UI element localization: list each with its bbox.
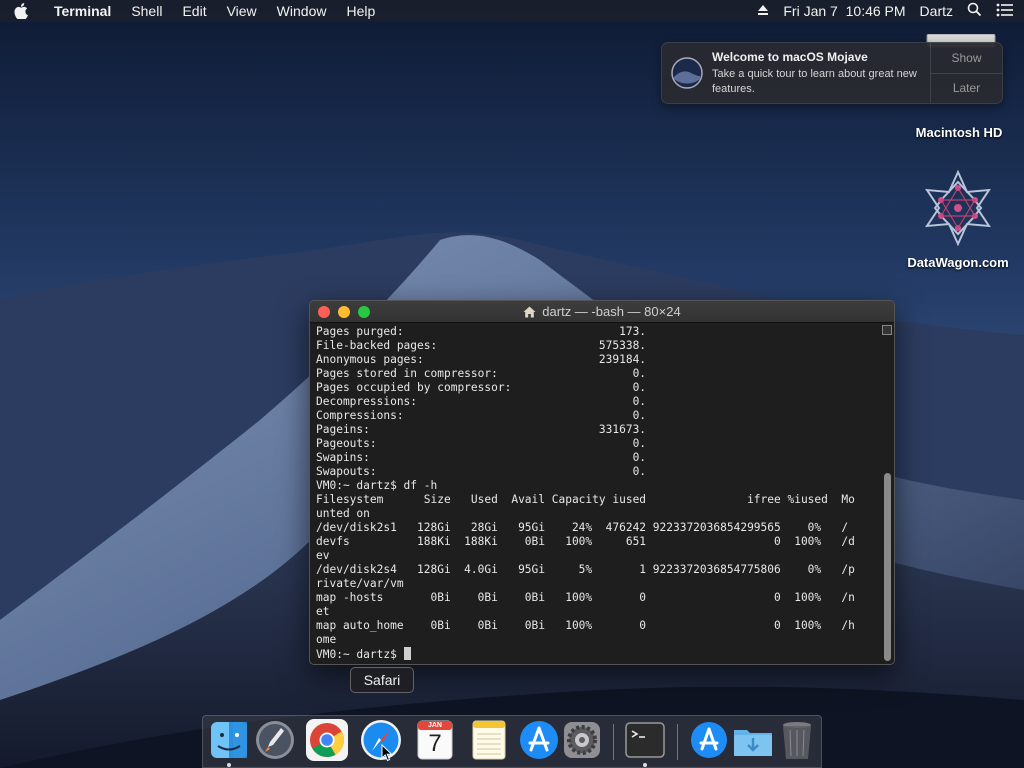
- chrome-icon: [306, 719, 348, 761]
- menu-app-terminal[interactable]: Terminal: [42, 0, 121, 22]
- menubar-user[interactable]: Dartz: [920, 0, 953, 22]
- close-window-button[interactable]: [318, 306, 330, 318]
- launchpad-icon: [256, 721, 294, 759]
- terminal-line: Pages occupied by compressor: 0.: [316, 381, 647, 394]
- system-preferences-icon: [564, 722, 600, 758]
- terminal-title: dartz — -bash — 80×24: [542, 304, 681, 319]
- terminal-line: map auto_home 0Bi 0Bi 0Bi 100% 0 0 100% …: [316, 619, 855, 632]
- desktop-icon-label: DataWagon.com: [907, 255, 1009, 270]
- calendar-month: JAN: [427, 722, 442, 729]
- terminal-lines: Pages purged: 173. File-backed pages: 575…: [316, 325, 878, 647]
- mouse-pointer-icon: [381, 744, 393, 762]
- app-store-icon: [520, 721, 558, 759]
- menu-help[interactable]: Help: [336, 0, 385, 22]
- app-store-downloads-icon: [691, 722, 727, 758]
- running-indicator: [227, 763, 231, 767]
- minimize-window-button[interactable]: [338, 306, 350, 318]
- terminal-output[interactable]: Pages purged: 173. File-backed pages: 575…: [316, 325, 878, 664]
- notification-title: Welcome to macOS Mojave: [712, 50, 868, 64]
- menu-bar: Terminal Shell Edit View Window Help Fri…: [0, 0, 1024, 22]
- scrollbar-thumb[interactable]: [884, 473, 891, 661]
- dock-item-trash[interactable]: [775, 718, 819, 762]
- notification-center-icon[interactable]: [996, 3, 1014, 20]
- menubar-clock[interactable]: Fri Jan 7 10:46 PM: [783, 0, 905, 22]
- terminal-line: Compressions: 0.: [316, 409, 647, 422]
- terminal-line: et: [316, 605, 330, 618]
- dock-separator: [677, 724, 678, 760]
- notes-icon: [472, 720, 506, 760]
- scrollbar-top-button[interactable]: [882, 325, 892, 335]
- finder-icon: [211, 722, 247, 758]
- terminal-line: Swapouts: 0.: [316, 465, 647, 478]
- mojave-icon: [662, 43, 712, 103]
- dock-tooltip: Safari: [350, 667, 414, 693]
- terminal-prompt-line[interactable]: VM0:~ dartz$: [316, 647, 878, 662]
- terminal-line: map -hosts 0Bi 0Bi 0Bi 100% 0 0 100% /n: [316, 591, 855, 604]
- terminal-window[interactable]: dartz — -bash — 80×24 Pages purged: 173.…: [309, 300, 895, 665]
- terminal-icon: [625, 722, 665, 758]
- dock-item-app-store[interactable]: [517, 718, 561, 762]
- notification-show-button[interactable]: Show: [931, 43, 1002, 73]
- terminal-line: ev: [316, 549, 330, 562]
- menu-window[interactable]: Window: [267, 0, 337, 22]
- terminal-line: unted on: [316, 507, 370, 520]
- dock-item-chrome[interactable]: [305, 718, 349, 762]
- terminal-line: Pageouts: 0.: [316, 437, 647, 450]
- terminal-line: devfs 188Ki 188Ki 0Bi 100% 651 0 100% /d: [316, 535, 855, 548]
- dock-item-app-store-stack[interactable]: [687, 718, 731, 762]
- running-indicator: [643, 763, 647, 767]
- dock-item-system-preferences[interactable]: [560, 718, 604, 762]
- terminal-line: /dev/disk2s1 128Gi 28Gi 95Gi 24% 476242 …: [316, 521, 849, 534]
- eject-icon[interactable]: [757, 3, 769, 19]
- terminal-line: Pages purged: 173.: [316, 325, 647, 338]
- home-folder-icon: [523, 306, 536, 318]
- terminal-line: VM0:~ dartz$ df -h: [316, 479, 438, 492]
- zoom-window-button[interactable]: [358, 306, 370, 318]
- terminal-line: Swapins: 0.: [316, 451, 647, 464]
- terminal-line: File-backed pages: 575338.: [316, 339, 647, 352]
- datawagon-star-icon: [925, 169, 991, 247]
- menu-shell[interactable]: Shell: [121, 0, 172, 22]
- text-cursor: [403, 647, 411, 660]
- dock-item-notes[interactable]: [467, 718, 511, 762]
- dock-item-finder[interactable]: [207, 718, 251, 762]
- menu-view[interactable]: View: [217, 0, 267, 22]
- terminal-line: Pageins: 331673.: [316, 423, 647, 436]
- terminal-scrollbar[interactable]: [882, 325, 892, 664]
- terminal-line: /dev/disk2s4 128Gi 4.0Gi 95Gi 5% 1 92233…: [316, 563, 855, 576]
- terminal-line: Anonymous pages: 239184.: [316, 353, 647, 366]
- terminal-line: Pages stored in compressor: 0.: [316, 367, 647, 380]
- terminal-prompt: VM0:~ dartz$: [316, 648, 404, 661]
- terminal-line: Decompressions: 0.: [316, 395, 647, 408]
- terminal-line: Filesystem Size Used Avail Capacity iuse…: [316, 493, 855, 506]
- desktop-icon-datawagon[interactable]: DataWagon.com: [898, 168, 1018, 270]
- trash-icon: [783, 722, 811, 759]
- notification-body: Take a quick tour to learn about great n…: [712, 68, 917, 95]
- dock-item-downloads[interactable]: [731, 718, 775, 762]
- dock-separator: [613, 724, 614, 760]
- notification-later-button[interactable]: Later: [931, 72, 1002, 104]
- terminal-line: ome: [316, 633, 337, 646]
- menu-edit[interactable]: Edit: [172, 0, 216, 22]
- notification-banner[interactable]: Welcome to macOS Mojave Take a quick tou…: [661, 42, 1003, 104]
- apple-menu-icon[interactable]: [0, 3, 42, 19]
- terminal-line: rivate/var/vm: [316, 577, 404, 590]
- dock-item-launchpad[interactable]: [253, 718, 297, 762]
- downloads-folder-icon: [734, 730, 772, 756]
- desktop-icon-label: Macintosh HD: [915, 125, 1003, 140]
- spotlight-search-icon[interactable]: [967, 2, 982, 20]
- dock: JAN 7: [202, 715, 822, 768]
- dock-item-calendar[interactable]: JAN 7: [413, 718, 457, 762]
- calendar-day: 7: [428, 730, 442, 757]
- dock-item-terminal[interactable]: [623, 718, 667, 762]
- terminal-titlebar[interactable]: dartz — -bash — 80×24: [310, 301, 894, 323]
